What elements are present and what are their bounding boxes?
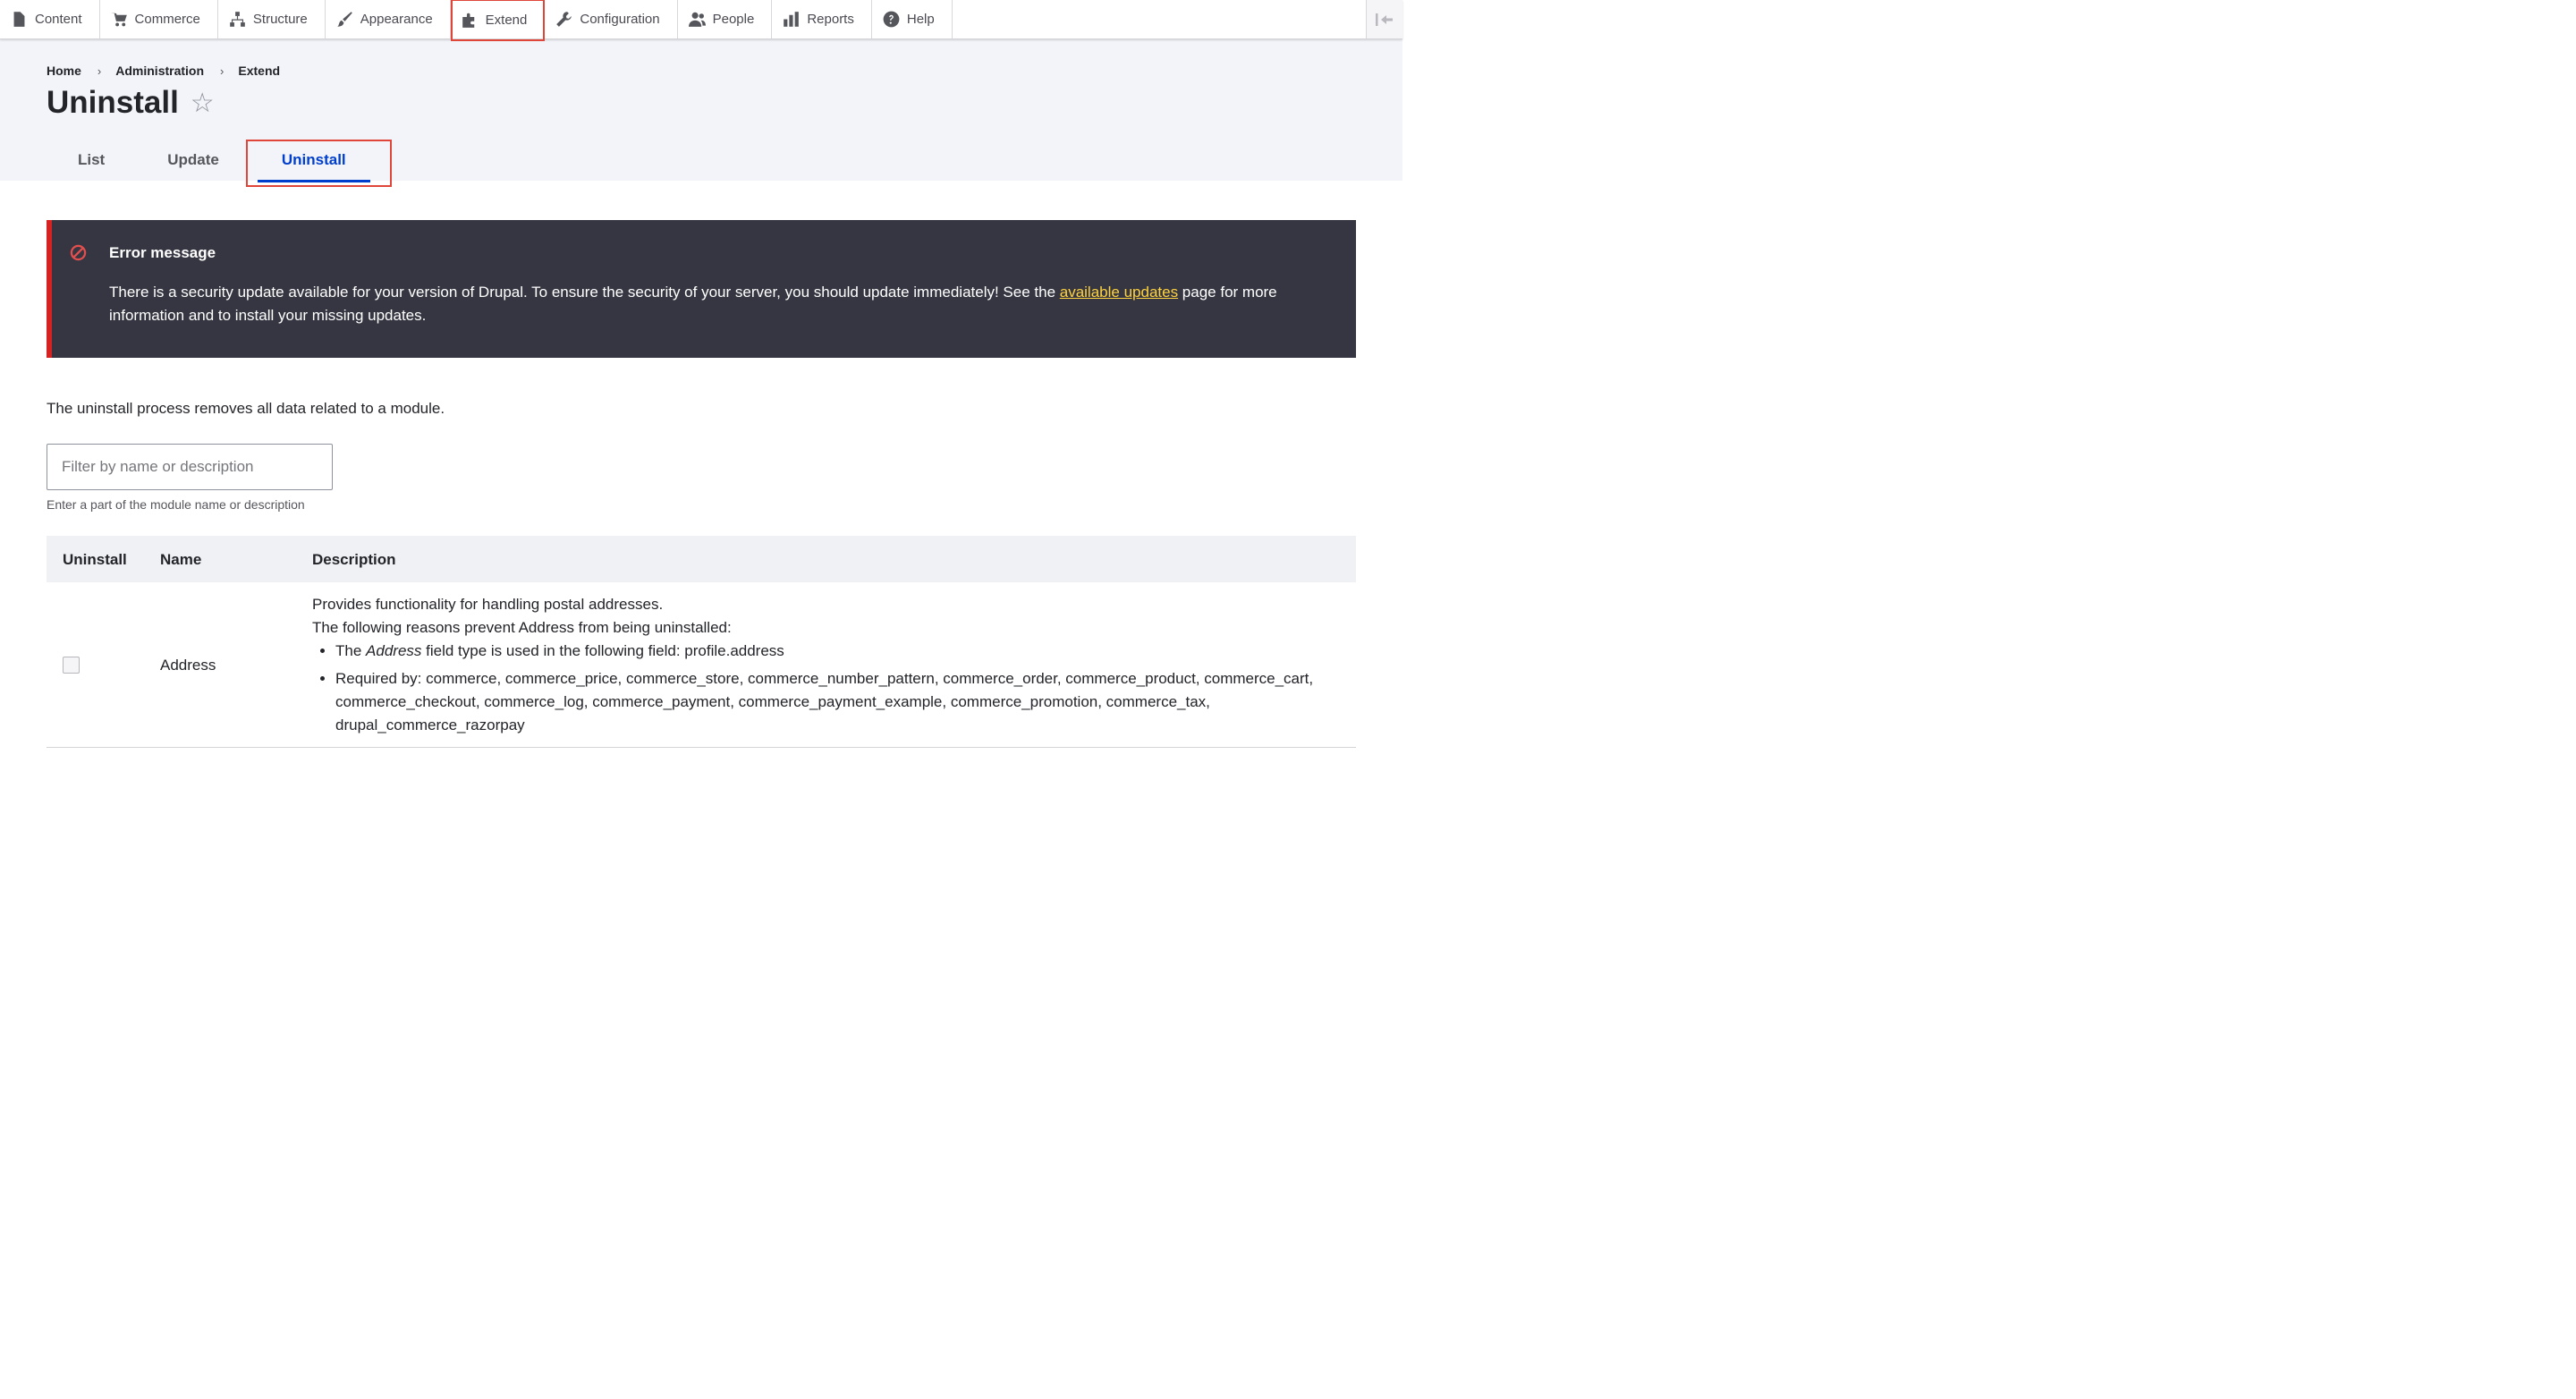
file-icon — [13, 12, 25, 27]
error-icon — [70, 244, 87, 261]
paintbrush-icon — [336, 12, 352, 27]
cart-icon — [110, 13, 127, 27]
breadcrumb-separator: › — [220, 64, 225, 78]
bar-chart-icon — [784, 12, 800, 27]
column-header-uninstall: Uninstall — [63, 551, 127, 568]
toolbar-item-label: Appearance — [360, 12, 433, 27]
toolbar-item-extend[interactable]: Extend — [450, 0, 546, 41]
toolbar-item-label: Configuration — [580, 12, 660, 27]
toolbar-item-configuration[interactable]: Configuration — [545, 0, 678, 38]
reason-field-type: Address — [366, 642, 422, 659]
page-header: Home › Administration › Extend Uninstall… — [0, 38, 1402, 182]
uninstall-checkbox[interactable] — [63, 657, 80, 674]
filter-input[interactable] — [47, 444, 333, 490]
uninstall-reasons-list: The Address field type is used in the fo… — [312, 640, 1341, 737]
wrench-icon — [556, 12, 572, 27]
toolbar-item-content[interactable]: Content — [0, 0, 100, 38]
tab-update[interactable]: Update — [136, 139, 250, 182]
people-icon — [688, 12, 706, 27]
error-message: Error message There is a security update… — [47, 220, 1356, 358]
module-description: Provides functionality for handling post… — [312, 593, 1341, 742]
error-message-text: There is a security update available for… — [109, 281, 1343, 327]
toolbar-orientation-toggle[interactable] — [1366, 0, 1402, 38]
module-description-text: Provides functionality for handling post… — [312, 596, 664, 613]
column-header-description: Description — [312, 551, 396, 568]
toolbar-item-people[interactable]: People — [678, 0, 773, 38]
sitemap-icon — [230, 12, 245, 27]
toolbar-item-reports[interactable]: Reports — [772, 0, 872, 38]
tab-highlight-box — [246, 140, 392, 187]
toolbar-item-help[interactable]: Help — [872, 0, 953, 38]
tab-list[interactable]: List — [47, 139, 136, 182]
breadcrumb: Home › Administration › Extend — [47, 64, 280, 78]
module-name: Address — [160, 657, 216, 674]
help-icon — [883, 11, 900, 28]
toolbar-item-commerce[interactable]: Commerce — [100, 0, 218, 38]
error-message-title: Error message — [109, 244, 216, 261]
toolbar-item-label: Extend — [485, 13, 528, 28]
breadcrumb-extend[interactable]: Extend — [238, 64, 280, 78]
available-updates-link[interactable]: available updates — [1060, 284, 1178, 301]
reason-text: field type is used in the following fiel… — [421, 642, 784, 659]
toolbar-item-appearance[interactable]: Appearance — [326, 0, 451, 38]
list-item: The Address field type is used in the fo… — [335, 640, 1341, 663]
admin-toolbar: Content Commerce Structure Appearance Ex… — [0, 0, 1402, 41]
toolbar-item-label: Commerce — [134, 12, 200, 27]
error-message-text-before: There is a security update available for… — [109, 284, 1060, 301]
toolbar-item-label: Help — [906, 12, 935, 27]
uninstall-intro-text: The uninstall process removes all data r… — [47, 400, 445, 417]
toolbar-item-structure[interactable]: Structure — [218, 0, 326, 38]
page-title-text: Uninstall — [47, 85, 179, 120]
breadcrumb-separator: › — [97, 64, 102, 78]
toolbar-item-label: Structure — [252, 12, 308, 27]
collapse-sidebar-icon — [1376, 13, 1393, 26]
toolbar-item-label: Content — [35, 12, 82, 27]
puzzle-icon — [462, 13, 474, 28]
toolbar-item-label: Reports — [807, 12, 854, 27]
filter-help-text: Enter a part of the module name or descr… — [47, 497, 305, 512]
column-header-name: Name — [160, 551, 202, 568]
list-item: Required by: commerce, commerce_price, c… — [335, 667, 1341, 737]
table-row: Address Provides functionality for handl… — [47, 582, 1356, 748]
page-title: Uninstall ☆ — [47, 85, 215, 121]
uninstall-reasons-intro: The following reasons prevent Address fr… — [312, 619, 732, 636]
breadcrumb-home[interactable]: Home — [47, 64, 81, 78]
star-icon[interactable]: ☆ — [191, 88, 215, 119]
breadcrumb-administration[interactable]: Administration — [115, 64, 204, 78]
reason-text: The — [335, 642, 367, 659]
toolbar-item-label: People — [712, 12, 755, 27]
table-header: Uninstall Name Description — [47, 536, 1356, 582]
